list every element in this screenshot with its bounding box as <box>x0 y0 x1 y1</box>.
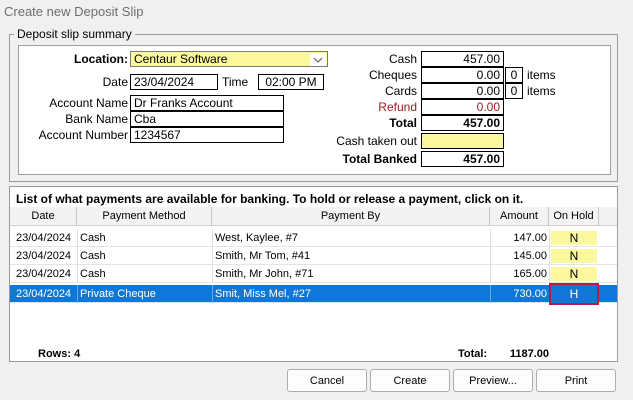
cash-field: 457.00 <box>421 51 504 67</box>
date-label: Date <box>102 75 128 89</box>
row-method: Cash <box>80 268 106 280</box>
refund-field: 0.00 <box>421 99 504 115</box>
location-value: Centaur Software <box>134 52 228 66</box>
row-on-hold[interactable]: N <box>551 267 597 281</box>
row-method: Cash <box>80 250 106 262</box>
cash-label: Cash <box>388 52 417 66</box>
cheques-label: Cheques <box>368 68 417 82</box>
total-field: 457.00 <box>421 115 504 131</box>
account-name-field[interactable]: Dr Franks Account <box>130 95 284 111</box>
date-field[interactable]: 23/04/2024 <box>130 74 218 90</box>
row-amount: 165.00 <box>513 268 547 280</box>
column-header-date[interactable]: Date <box>10 207 77 226</box>
row-amount: 730.00 <box>513 288 547 300</box>
total-banked-field: 457.00 <box>421 151 504 167</box>
create-button[interactable]: Create <box>370 369 450 392</box>
row-on-hold[interactable]: N <box>551 249 597 263</box>
chevron-down-icon[interactable] <box>310 53 326 66</box>
column-header-on-hold[interactable]: On Hold <box>549 207 599 226</box>
cards-field: 0.00 <box>421 83 504 99</box>
cards-label: Cards <box>384 84 417 98</box>
group-title: Deposit slip summary <box>14 27 135 41</box>
list-caption: List of what payments are available for … <box>16 192 524 206</box>
list-total-label: Total: <box>458 348 488 360</box>
cards-items-label: items <box>527 84 556 98</box>
table-row[interactable]: 23/04/2024 Cash West, Kaylee, #7 147.00 … <box>10 229 617 247</box>
row-method: Cash <box>80 232 106 244</box>
total-banked-label: Total Banked <box>342 152 417 166</box>
row-payment-by: Smith, Mr Tom, #41 <box>215 250 311 262</box>
column-header-payment-by[interactable]: Payment By <box>212 207 490 226</box>
row-method: Private Cheque <box>80 288 156 300</box>
cheques-field: 0.00 <box>421 67 504 83</box>
account-number-field[interactable]: 1234567 <box>130 127 284 143</box>
refund-label: Refund <box>378 100 417 114</box>
time-field[interactable]: 02:00 PM <box>258 74 324 90</box>
row-payment-by: Smit, Miss Mel, #27 <box>215 288 311 300</box>
rows-value: 4 <box>74 348 81 360</box>
rows-count: Rows: 4 <box>38 348 80 360</box>
row-amount: 145.00 <box>513 250 547 262</box>
table-row[interactable]: 23/04/2024 Cash Smith, Mr Tom, #41 145.0… <box>10 247 617 265</box>
row-date: 23/04/2024 <box>16 288 72 300</box>
rows-label: Rows: <box>38 348 71 360</box>
list-total-value: 1187.00 <box>509 348 549 360</box>
row-date: 23/04/2024 <box>16 268 72 280</box>
row-amount: 147.00 <box>513 232 547 244</box>
account-number-label: Account Number <box>38 128 128 142</box>
table-row-selected[interactable]: 23/04/2024 Private Cheque Smit, Miss Mel… <box>10 283 617 305</box>
time-label: Time <box>222 75 249 89</box>
cheques-items-field: 0 <box>505 67 523 83</box>
column-header-payment-method[interactable]: Payment Method <box>77 207 212 226</box>
cancel-button[interactable]: Cancel <box>287 369 367 392</box>
row-date: 23/04/2024 <box>16 232 72 244</box>
location-label: Location: <box>74 52 128 66</box>
row-date: 23/04/2024 <box>16 250 72 262</box>
total-label: Total <box>389 116 417 130</box>
row-on-hold[interactable]: H <box>549 283 599 305</box>
bank-name-field[interactable]: Cba <box>130 111 284 127</box>
row-on-hold[interactable]: N <box>551 231 597 245</box>
account-name-label: Account Name <box>49 96 128 110</box>
list-header: Date Payment Method Payment By Amount On… <box>10 207 617 226</box>
row-payment-by: West, Kaylee, #7 <box>215 232 298 244</box>
table-row[interactable]: 23/04/2024 Cash Smith, Mr John, #71 165.… <box>10 265 617 283</box>
print-button[interactable]: Print <box>536 369 616 392</box>
row-payment-by: Smith, Mr John, #71 <box>215 268 314 280</box>
cash-taken-out-label: Cash taken out <box>336 134 417 148</box>
column-header-amount[interactable]: Amount <box>490 207 549 226</box>
cheques-items-label: items <box>527 68 556 82</box>
preview-button[interactable]: Preview... <box>453 369 533 392</box>
cards-items-field: 0 <box>505 83 523 99</box>
location-select[interactable]: Centaur Software <box>130 51 328 67</box>
window-title: Create new Deposit Slip <box>4 4 144 19</box>
cash-taken-out-field[interactable] <box>421 133 504 149</box>
bank-name-label: Bank Name <box>65 112 128 126</box>
